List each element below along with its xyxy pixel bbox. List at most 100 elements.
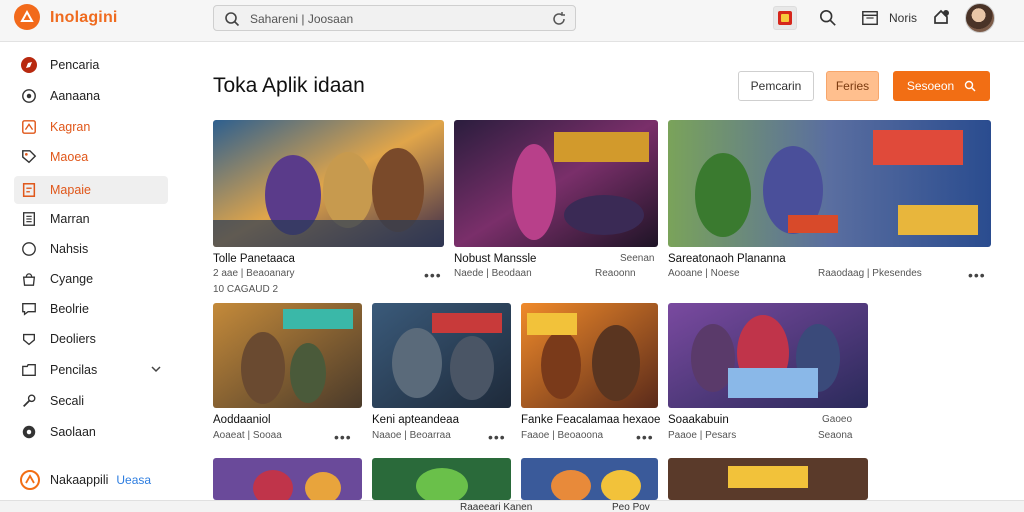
game-title[interactable]: Sareatonaoh Plananna xyxy=(668,253,786,265)
game-thumbnail[interactable] xyxy=(668,120,991,247)
sidebar-item-saolaan[interactable]: Saolaan xyxy=(14,418,168,446)
game-title[interactable]: Aoddaaniol xyxy=(213,414,271,426)
sidebar-item-label: Pencaria xyxy=(50,58,100,72)
sidebar-item-label: Mapaie xyxy=(50,183,91,197)
flag-icon[interactable] xyxy=(773,6,797,30)
avatar[interactable] xyxy=(965,3,995,33)
game-thumbnail[interactable] xyxy=(668,458,868,500)
more-options-icon[interactable]: ••• xyxy=(488,430,506,444)
notification-icon[interactable] xyxy=(929,6,953,30)
more-options-icon[interactable]: ••• xyxy=(334,430,352,444)
wrench-icon xyxy=(20,392,38,410)
promo-icon xyxy=(20,470,40,490)
game-title[interactable]: Tolle Panetaaca xyxy=(213,253,295,265)
game-thumbnail[interactable] xyxy=(668,303,868,408)
sidebar-item-label: Cyange xyxy=(50,272,94,286)
filter-outline-button[interactable]: Pemcarin xyxy=(738,71,814,101)
document-icon xyxy=(20,181,38,199)
game-badge-secondary: Reaoonn xyxy=(595,268,636,279)
reload-icon[interactable] xyxy=(551,11,567,27)
sidebar-item-secali[interactable]: Secali xyxy=(14,387,168,415)
compass-icon xyxy=(20,56,38,74)
game-title[interactable]: Nobust Manssle xyxy=(454,253,536,265)
sidebar-item-label: Kagran xyxy=(50,120,91,134)
search-icon xyxy=(225,12,240,27)
tag-icon xyxy=(20,148,38,166)
sidebar-promo[interactable]: Nakaappili Ueasa xyxy=(14,468,174,492)
game-title[interactable]: Soaakabuin xyxy=(668,414,729,426)
sidebar-item-deoliers[interactable]: Deoliers xyxy=(14,325,168,353)
sidebar-item-aanaana[interactable]: Aanaana xyxy=(14,82,168,110)
primary-button-label: Sesoeon xyxy=(906,79,955,93)
grid-icon xyxy=(20,118,38,136)
game-thumbnail[interactable] xyxy=(372,458,511,500)
game-thumbnail[interactable] xyxy=(213,303,362,408)
game-thumbnail[interactable] xyxy=(213,458,362,500)
sidebar-item-beolrie[interactable]: Beolrie xyxy=(14,295,168,323)
chat-icon xyxy=(20,300,38,318)
game-meta: Naaoe | Beoarraa xyxy=(372,430,451,441)
circle-outline-icon xyxy=(20,240,38,258)
filter-soft-button[interactable]: Feries xyxy=(826,71,879,101)
status-text-right: Peo Pov xyxy=(612,502,650,512)
game-meta: Naede | Beodaan xyxy=(454,268,532,279)
sidebar-item-label: Saolaan xyxy=(50,425,96,439)
app-logo-icon[interactable] xyxy=(14,4,40,30)
shield-icon xyxy=(20,330,38,348)
calendar-icon[interactable] xyxy=(858,6,882,30)
game-badge-secondary: Raaodaag | Pkesendes xyxy=(818,268,922,279)
user-text[interactable]: Noris xyxy=(889,11,917,25)
game-badge-secondary: Seaona xyxy=(818,430,853,441)
game-code: 10 CAGAUD 2 xyxy=(213,284,279,295)
circle-icon xyxy=(20,87,38,105)
game-meta: Paaoe | Pesars xyxy=(668,430,737,441)
app-name: Inolagini xyxy=(50,9,118,26)
game-thumbnail[interactable] xyxy=(521,303,658,408)
page-title: Toka Aplik idaan xyxy=(213,74,365,97)
sidebar-item-mapaie[interactable]: Mapaie xyxy=(14,176,168,204)
game-badge: Seenan xyxy=(620,253,655,264)
chevron-down-icon[interactable] xyxy=(150,363,162,375)
folder-icon xyxy=(20,361,38,379)
game-meta: Aooane | Noese xyxy=(668,268,740,279)
game-badge: Gaoeo xyxy=(822,414,853,425)
sidebar-item-marran[interactable]: Marran xyxy=(14,205,168,233)
status-text: Raaeeari Kanen xyxy=(460,502,533,512)
search-bar[interactable]: Sahareni | Joosaan xyxy=(213,5,576,31)
sidebar-item-label: Nahsis xyxy=(50,242,89,256)
game-thumbnail[interactable] xyxy=(213,120,444,247)
primary-search-button[interactable]: Sesoeon xyxy=(893,71,990,101)
sidebar-item-nahsis[interactable]: Nahsis xyxy=(14,235,168,263)
game-thumbnail[interactable] xyxy=(521,458,658,500)
sidebar-item-cyange[interactable]: Cyange xyxy=(14,265,168,293)
bag-icon xyxy=(20,270,38,288)
sidebar-item-maoea[interactable]: Maoea xyxy=(14,143,168,171)
top-bar: Inolagini Sahareni | Joosaan Noris xyxy=(0,0,1024,42)
list-icon xyxy=(20,210,38,228)
sidebar-item-label: Aanaana xyxy=(50,89,101,103)
sidebar-item-label: Pencilas xyxy=(50,363,98,377)
sidebar-item-pencilas[interactable]: Pencilas xyxy=(14,356,168,384)
gear-icon xyxy=(20,423,38,441)
sidebar-item-label: Secali xyxy=(50,394,85,408)
sidebar: Pencaria Aanaana Kagran Maoea Mapaie Mar… xyxy=(0,43,180,512)
game-thumbnail[interactable] xyxy=(372,303,511,408)
sidebar-item-pencaria[interactable]: Pencaria xyxy=(14,51,168,79)
sidebar-item-label: Beolrie xyxy=(50,302,89,316)
more-options-icon[interactable]: ••• xyxy=(968,268,986,282)
more-options-icon[interactable]: ••• xyxy=(424,268,442,282)
game-title[interactable]: Keni apteandeaa xyxy=(372,414,459,426)
sidebar-item-kagran[interactable]: Kagran xyxy=(14,113,168,141)
game-title[interactable]: Fanke Feacalamaa hexaoe xyxy=(521,414,660,426)
game-meta: 2 aae | Beaoanary xyxy=(213,268,295,279)
game-meta: Aoaeat | Sooaa xyxy=(213,430,282,441)
sidebar-item-label: Maoea xyxy=(50,150,89,164)
promo-link[interactable]: Ueasa xyxy=(116,473,151,487)
game-thumbnail[interactable] xyxy=(454,120,658,247)
sidebar-item-label: Marran xyxy=(50,212,90,226)
more-options-icon[interactable]: ••• xyxy=(636,430,654,444)
game-meta: Faaoe | Beoaoona xyxy=(521,430,604,441)
promo-label: Nakaappili xyxy=(50,473,109,487)
search-icon[interactable] xyxy=(816,6,840,30)
search-placeholder: Sahareni | Joosaan xyxy=(250,12,354,26)
